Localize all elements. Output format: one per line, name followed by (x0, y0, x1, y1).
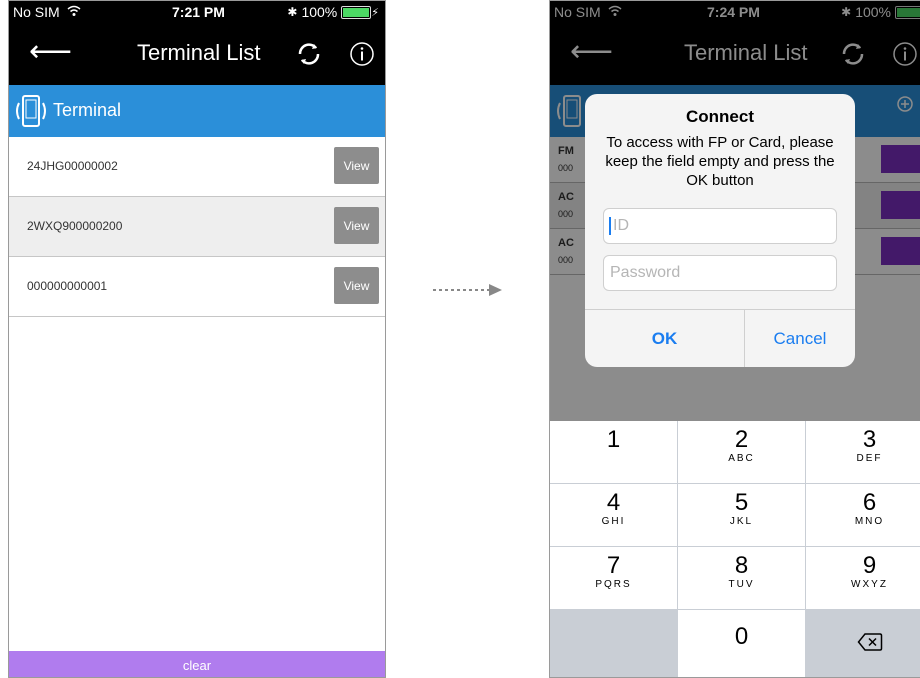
key-5[interactable]: 5 JKL (678, 484, 805, 546)
id-placeholder: ID (613, 217, 629, 234)
key-1[interactable]: 1 (550, 421, 677, 483)
view-button[interactable]: View (334, 267, 379, 304)
key-6[interactable]: 6 MNO (806, 484, 920, 546)
vibrating-phone-icon (12, 93, 50, 134)
key-9[interactable]: 9 WXYZ (806, 547, 920, 609)
connect-dialog-screen: No SIM 7:24 PM ✱ 100% ⟵ Terminal List FM (549, 0, 920, 678)
wifi-icon (67, 4, 81, 20)
terminal-list-screen: No SIM 7:21 PM ✱ 100% ⚡ ⟵ Terminal List … (8, 0, 386, 678)
backspace-key[interactable] (806, 610, 920, 677)
password-field[interactable]: Password (603, 255, 837, 291)
numeric-keypad: 1 2 ABC 3 DEF 4 GHI 5 JKL 6 MNO 7 PQRS 8 TUV 9W… (550, 421, 920, 677)
dialog-title: Connect (686, 107, 754, 126)
key-8[interactable]: 8 TUV (678, 547, 805, 609)
id-field[interactable]: ID (603, 208, 837, 244)
view-button[interactable]: View (334, 147, 379, 184)
carrier-label: No SIM (13, 4, 60, 20)
terminal-row[interactable]: 24JHG00000002 View (9, 137, 385, 197)
ok-button[interactable]: OK (585, 310, 744, 367)
page-title: Terminal List (137, 40, 261, 65)
back-arrow-icon[interactable]: ⟵ (29, 37, 72, 67)
refresh-icon[interactable] (294, 39, 324, 74)
terminal-serial: 2WXQ900000200 (27, 219, 123, 233)
status-bar: No SIM 7:21 PM ✱ 100% ⚡ (9, 1, 385, 23)
battery-label: 100% (301, 4, 338, 20)
battery-icon (341, 5, 372, 19)
key-0[interactable]: 0 (678, 610, 805, 677)
dialog-message: To access with FP or Card, please keep t… (605, 134, 835, 189)
connect-dialog: Connect To access with FP or Card, pleas… (585, 94, 855, 367)
text-cursor (609, 217, 611, 235)
transition-arrow-icon (433, 284, 502, 296)
charging-icon: ⚡ (371, 6, 379, 19)
dialog-buttons: OK Cancel (585, 309, 855, 367)
key-4[interactable]: 4 GHI (550, 484, 677, 546)
bluetooth-icon: ✱ (287, 5, 298, 19)
section-title: Terminal (53, 100, 122, 120)
terminal-serial: 24JHG00000002 (27, 159, 118, 173)
key-3[interactable]: 3 DEF (806, 421, 920, 483)
status-right: ✱ 100% ⚡ (287, 4, 379, 20)
key-2[interactable]: 2 ABC (678, 421, 805, 483)
cancel-button[interactable]: Cancel (744, 310, 855, 367)
key-7[interactable]: 7 PQRS (550, 547, 677, 609)
terminal-row[interactable]: 000000000001 View (9, 257, 385, 317)
backspace-icon (857, 633, 882, 651)
view-button[interactable]: View (334, 207, 379, 244)
status-time: 7:21 PM (172, 4, 225, 20)
info-icon[interactable] (347, 39, 377, 74)
terminal-section-header: Terminal (9, 85, 385, 137)
clear-button[interactable]: clear (9, 651, 385, 677)
password-placeholder: Password (610, 264, 681, 281)
terminal-row[interactable]: 2WXQ900000200 View (9, 197, 385, 257)
key-blank (550, 610, 677, 677)
nav-bar: ⟵ Terminal List (9, 23, 385, 85)
terminal-serial: 000000000001 (27, 279, 108, 293)
